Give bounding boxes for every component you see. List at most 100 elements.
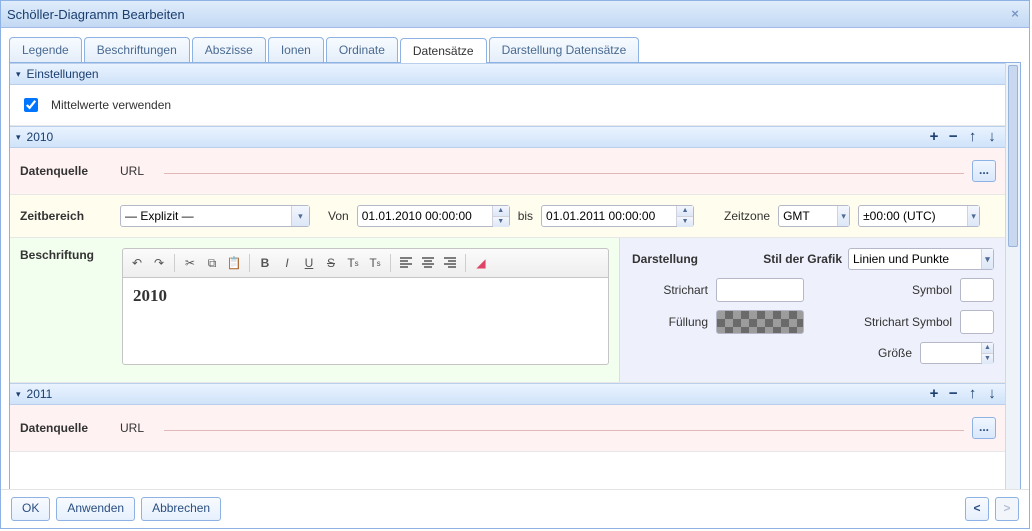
strichart-symbol-picker[interactable] bbox=[960, 310, 994, 334]
align-center-icon[interactable] bbox=[418, 253, 438, 273]
stil-combo[interactable]: ▾ bbox=[848, 248, 994, 270]
move-down-icon[interactable]: ↓ bbox=[984, 384, 1000, 404]
chevron-down-icon: ▾ bbox=[16, 64, 21, 84]
redo-icon[interactable]: ↷ bbox=[149, 253, 169, 273]
strichart-label: Strichart bbox=[632, 283, 708, 297]
stil-input[interactable] bbox=[849, 249, 981, 269]
von-input[interactable] bbox=[358, 206, 492, 226]
align-left-icon[interactable] bbox=[396, 253, 416, 273]
chevron-down-icon[interactable]: ▾ bbox=[981, 249, 993, 269]
stil-label: Stil der Grafik bbox=[763, 252, 842, 266]
italic-icon[interactable]: I bbox=[277, 253, 297, 273]
remove-icon[interactable]: − bbox=[945, 384, 961, 404]
bis-label: bis bbox=[518, 209, 533, 223]
editor-toolbar: ↶ ↷ ✂ ⧉ 📋 B I U S Ts bbox=[122, 248, 609, 277]
tab-abszisse[interactable]: Abszisse bbox=[192, 37, 266, 62]
datenquelle-label: Datenquelle bbox=[20, 421, 112, 435]
bold-icon[interactable]: B bbox=[255, 253, 275, 273]
tabs: Legende Beschriftungen Abszisse Ionen Or… bbox=[9, 36, 1021, 63]
zeitbereich-input[interactable] bbox=[121, 206, 291, 226]
url-field[interactable] bbox=[164, 173, 964, 175]
spin-up-icon[interactable]: ▲ bbox=[493, 206, 509, 217]
undo-icon[interactable]: ↶ bbox=[127, 253, 147, 273]
chevron-down-icon[interactable]: ▾ bbox=[837, 206, 849, 226]
fuellung-label: Füllung bbox=[632, 315, 708, 329]
beschriftung-label: Beschriftung bbox=[20, 248, 112, 372]
spin-up-icon[interactable]: ▲ bbox=[982, 343, 993, 354]
strichart-picker[interactable] bbox=[716, 278, 804, 302]
add-icon[interactable]: + bbox=[926, 127, 942, 147]
zeitzone-offset-combo[interactable]: ▾ bbox=[858, 205, 980, 227]
strichart-symbol-label: Strichart Symbol bbox=[822, 316, 952, 328]
subscript-icon[interactable]: Ts bbox=[343, 253, 363, 273]
remove-icon[interactable]: − bbox=[945, 127, 961, 147]
close-icon[interactable]: × bbox=[1007, 6, 1023, 22]
paste-icon[interactable]: 📋 bbox=[224, 253, 244, 273]
browse-button[interactable]: ... bbox=[972, 417, 996, 439]
chevron-down-icon[interactable]: ▾ bbox=[967, 206, 979, 226]
zeitbereich-row: Zeitbereich ▾ Von ▲ ▼ bis bbox=[10, 195, 1006, 238]
groesse-input[interactable] bbox=[921, 343, 981, 363]
tab-beschriftungen[interactable]: Beschriftungen bbox=[84, 37, 190, 62]
section-einstellungen-header[interactable]: ▾ Einstellungen bbox=[10, 63, 1006, 85]
chevron-down-icon: ▾ bbox=[16, 384, 21, 404]
mittelwerte-label: Mittelwerte verwenden bbox=[51, 98, 171, 112]
symbol-label: Symbol bbox=[822, 283, 952, 297]
editor-body[interactable]: 2010 bbox=[122, 277, 609, 365]
next-button[interactable]: > bbox=[995, 497, 1019, 521]
symbol-picker[interactable] bbox=[960, 278, 994, 302]
datenquelle-type: URL bbox=[120, 421, 156, 435]
ok-button[interactable]: OK bbox=[11, 497, 50, 521]
zeitzone-input[interactable] bbox=[779, 206, 837, 226]
datenquelle-type: URL bbox=[120, 164, 156, 178]
zeitzone-label: Zeitzone bbox=[724, 209, 770, 223]
browse-button[interactable]: ... bbox=[972, 160, 996, 182]
apply-button[interactable]: Anwenden bbox=[56, 497, 135, 521]
mittelwerte-checkbox[interactable] bbox=[24, 98, 38, 112]
move-up-icon[interactable]: ↑ bbox=[965, 384, 981, 404]
section-title: 2011 bbox=[27, 384, 926, 404]
spin-down-icon[interactable]: ▼ bbox=[677, 217, 693, 227]
scrollbar[interactable] bbox=[1005, 63, 1020, 489]
datenquelle-row: Datenquelle URL ... bbox=[10, 405, 1006, 452]
copy-icon[interactable]: ⧉ bbox=[202, 253, 222, 273]
add-icon[interactable]: + bbox=[926, 384, 942, 404]
prev-button[interactable]: < bbox=[965, 497, 989, 521]
move-down-icon[interactable]: ↓ bbox=[984, 127, 1000, 147]
strike-icon[interactable]: S bbox=[321, 253, 341, 273]
section-dataset-2010-header[interactable]: ▾ 2010 + − ↑ ↓ bbox=[10, 126, 1006, 148]
groesse-spinner[interactable]: ▲ ▼ bbox=[920, 342, 994, 364]
spin-down-icon[interactable]: ▼ bbox=[493, 217, 509, 227]
move-up-icon[interactable]: ↑ bbox=[965, 127, 981, 147]
section-dataset-2011-header[interactable]: ▾ 2011 + − ↑ ↓ bbox=[10, 383, 1006, 405]
darstellung-heading: Darstellung bbox=[632, 252, 757, 266]
zeitbereich-combo[interactable]: ▾ bbox=[120, 205, 310, 227]
scroll-thumb[interactable] bbox=[1008, 65, 1018, 247]
zeitzone-combo[interactable]: ▾ bbox=[778, 205, 850, 227]
align-right-icon[interactable] bbox=[440, 253, 460, 273]
fuellung-picker[interactable] bbox=[716, 310, 804, 334]
von-label: Von bbox=[328, 209, 349, 223]
chevron-down-icon[interactable]: ▾ bbox=[291, 206, 309, 226]
page-title: Schöller-Diagramm Bearbeiten bbox=[7, 7, 1007, 22]
tab-ordinate[interactable]: Ordinate bbox=[326, 37, 398, 62]
superscript-icon[interactable]: Ts bbox=[365, 253, 385, 273]
tab-datensaetze[interactable]: Datensätze bbox=[400, 38, 487, 63]
tab-darstellung-datensaetze[interactable]: Darstellung Datensätze bbox=[489, 37, 640, 62]
cancel-button[interactable]: Abbrechen bbox=[141, 497, 221, 521]
url-field[interactable] bbox=[164, 430, 964, 432]
eraser-icon[interactable]: ◢ bbox=[471, 253, 491, 273]
von-spinner[interactable]: ▲ ▼ bbox=[357, 205, 510, 227]
datenquelle-label: Datenquelle bbox=[20, 164, 112, 178]
groesse-label: Größe bbox=[822, 346, 912, 360]
spin-up-icon[interactable]: ▲ bbox=[677, 206, 693, 217]
bis-input[interactable] bbox=[542, 206, 676, 226]
tab-legende[interactable]: Legende bbox=[9, 37, 82, 62]
underline-icon[interactable]: U bbox=[299, 253, 319, 273]
zeitbereich-label: Zeitbereich bbox=[20, 209, 112, 223]
cut-icon[interactable]: ✂ bbox=[180, 253, 200, 273]
bis-spinner[interactable]: ▲ ▼ bbox=[541, 205, 694, 227]
zeitzone-offset-input[interactable] bbox=[859, 206, 967, 226]
tab-ionen[interactable]: Ionen bbox=[268, 37, 324, 62]
spin-down-icon[interactable]: ▼ bbox=[982, 354, 993, 364]
